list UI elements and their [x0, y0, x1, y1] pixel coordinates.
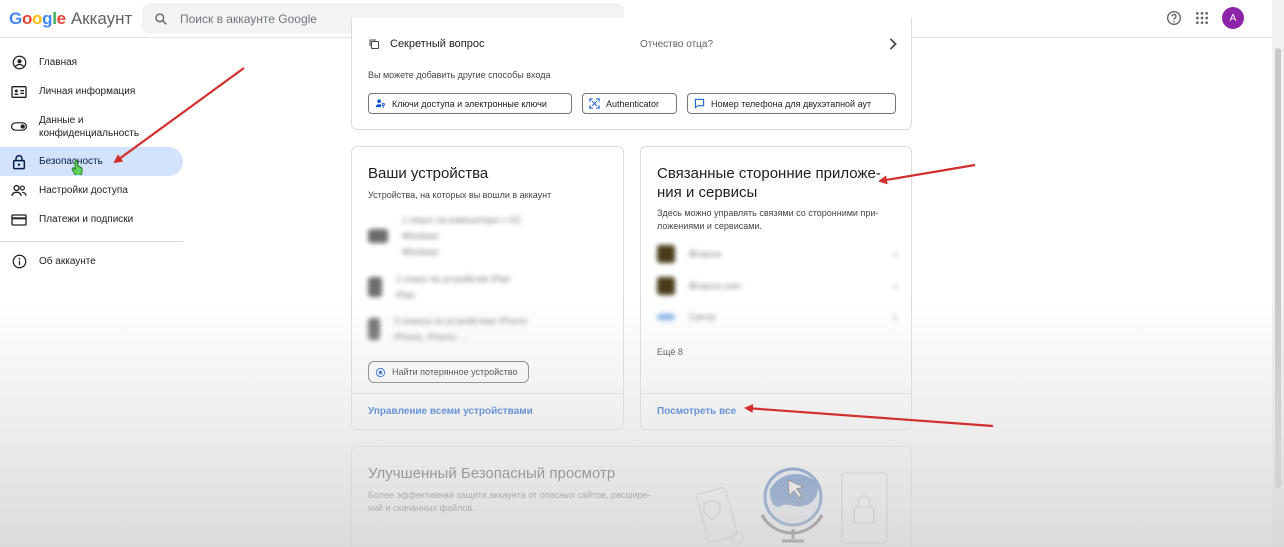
app-row-binance[interactable]: Binance ›: [657, 245, 897, 263]
message-icon: [694, 98, 705, 109]
copy-icon: [369, 39, 380, 50]
credit-card-icon: [11, 212, 27, 228]
sidebar-item-about[interactable]: Об аккаунте: [0, 247, 183, 276]
secret-question-row[interactable]: Секретный вопрос Отчество отца?: [368, 38, 898, 50]
sidebar-item-access-settings[interactable]: Настройки доступа: [0, 176, 183, 205]
account-wordmark: Аккаунт: [70, 8, 133, 28]
add-methods-hint: Вы можете добавить другие способы входа: [368, 70, 551, 80]
sidebar-item-personal-info[interactable]: Личная информация: [0, 77, 183, 106]
card-divider: [352, 393, 623, 394]
sidebar-item-data-privacy[interactable]: Данные и конфиденциальность: [0, 106, 183, 147]
view-all-apps-link[interactable]: Посмотреть все: [657, 406, 736, 417]
device-row-windows[interactable]: 1 сеанс на компьютере с ОС Windows Windows: [368, 212, 522, 260]
secret-question-value: Отчество отца?: [640, 38, 714, 50]
sidebar-item-label: Главная: [39, 57, 78, 68]
sidebar-item-label: Личная информация: [39, 86, 136, 97]
app-logo-icon: [657, 277, 675, 295]
more-apps-count: Ещё 8: [657, 347, 683, 357]
sidebar-item-label: Платежи и подписки: [39, 214, 134, 225]
authenticator-chip[interactable]: Authenticator: [582, 93, 677, 114]
avatar[interactable]: A: [1222, 7, 1244, 29]
two-step-phone-chip[interactable]: Номер телефона для двухэтапной аут: [687, 93, 896, 114]
tablet-icon: [368, 277, 382, 297]
app-row-text: Canva: [689, 312, 716, 322]
chevron-right-icon: [889, 38, 897, 50]
sidebar-item-label: Об аккаунте: [39, 256, 96, 267]
third-party-apps-card: Связанные сторонние приложе-ния и сервис…: [640, 146, 912, 430]
app-logo-icon: [657, 245, 675, 263]
app-row-text: Binance.com: [689, 281, 742, 291]
signin-method-chips: Ключи доступа и электронные ключи Authen…: [368, 93, 896, 114]
location-target-icon: [375, 367, 386, 377]
card-divider: [641, 393, 911, 394]
chip-label: Номер телефона для двухэтапной аут: [711, 98, 872, 109]
find-lost-device-label: Найти потерянное устройство: [392, 367, 518, 377]
enhanced-safe-browsing-card[interactable]: Улучшенный Безопасный просмотр Более эфф…: [351, 446, 912, 547]
laptop-icon: [368, 229, 388, 243]
lock-icon: [11, 154, 27, 170]
page-scrollbar[interactable]: [1272, 0, 1284, 547]
chip-label: Ключи доступа и электронные ключи: [392, 98, 547, 109]
sidebar-item-security[interactable]: Безопасность: [0, 147, 183, 176]
chip-label: Authenticator: [606, 98, 660, 109]
google-account-logo[interactable]: Google Аккаунт: [9, 9, 132, 29]
safe-browsing-illustration: [696, 467, 888, 545]
help-icon[interactable]: [1166, 10, 1182, 26]
sidebar-item-label: Данные и конфиденциальность: [39, 114, 140, 139]
device-row-iphone[interactable]: 3 сеанса на устройствах iPhone iPhone, iP…: [368, 313, 527, 345]
device-row-text: 1 сеанс на компьютере с ОС Windows Windows: [402, 215, 522, 257]
qr-scan-icon: [589, 98, 600, 109]
hand-cursor-icon: [71, 160, 83, 175]
scrollbar-thumb[interactable]: [1275, 48, 1281, 488]
passkeys-chip[interactable]: Ключи доступа и электронные ключи: [368, 93, 572, 114]
info-icon: [11, 254, 27, 270]
chevron-right-icon: ›: [893, 279, 897, 293]
header-actions: A: [1166, 7, 1244, 29]
google-wordmark: Google: [9, 8, 66, 28]
sidebar-item-payments[interactable]: Платежи и подписки: [0, 205, 183, 234]
apps-description: Здесь можно управлять связями со сторонн…: [657, 208, 879, 231]
manage-devices-link[interactable]: Управление всеми устройствами: [368, 406, 533, 417]
devices-description: Устройства, на которых вы вошли в аккаун…: [368, 190, 552, 200]
apps-title: Связанные сторонние приложе-ния и сервис…: [657, 165, 881, 201]
device-row-text: 3 сеанса на устройствах iPhone iPhone, iP…: [394, 316, 527, 342]
safe-browsing-description: Более эффективная защита аккаунта от опа…: [368, 490, 651, 513]
sidebar-item-home[interactable]: Главная: [0, 48, 183, 77]
sidebar-divider: [0, 241, 183, 242]
chevron-right-icon: ›: [893, 247, 897, 261]
toggle-icon: [11, 119, 27, 135]
find-lost-device-button[interactable]: Найти потерянное устройство: [368, 361, 529, 383]
sidebar-item-label: Настройки доступа: [39, 185, 128, 196]
id-card-icon: [11, 84, 27, 100]
chevron-right-icon: ›: [893, 310, 897, 324]
devices-title: Ваши устройства: [368, 165, 489, 182]
safe-browsing-title: Улучшенный Безопасный просмотр: [368, 465, 616, 482]
people-icon: [11, 183, 27, 199]
sidebar-nav: Главная Личная информация Данные и конфи…: [0, 48, 183, 276]
app-row-binance-com[interactable]: Binance.com ›: [657, 277, 897, 295]
your-devices-card: Ваши устройства Устройства, на которых в…: [351, 146, 624, 430]
device-row-ipad[interactable]: 1 сеанс на устройстве iPad iPad: [368, 271, 509, 303]
person-key-icon: [375, 99, 385, 108]
signin-methods-card: Секретный вопрос Отчество отца? Вы может…: [351, 18, 912, 130]
search-icon: [155, 12, 167, 25]
app-row-canva[interactable]: Canva ›: [657, 309, 897, 325]
app-row-text: Binance: [689, 249, 722, 259]
app-logo-icon: [657, 314, 675, 320]
secret-question-label: Секретный вопрос: [390, 38, 485, 50]
apps-grid-icon[interactable]: [1194, 10, 1210, 26]
phone-icon: [368, 318, 380, 340]
account-circle-icon: [11, 55, 27, 71]
device-row-text: 1 сеанс на устройстве iPad iPad: [396, 274, 510, 300]
